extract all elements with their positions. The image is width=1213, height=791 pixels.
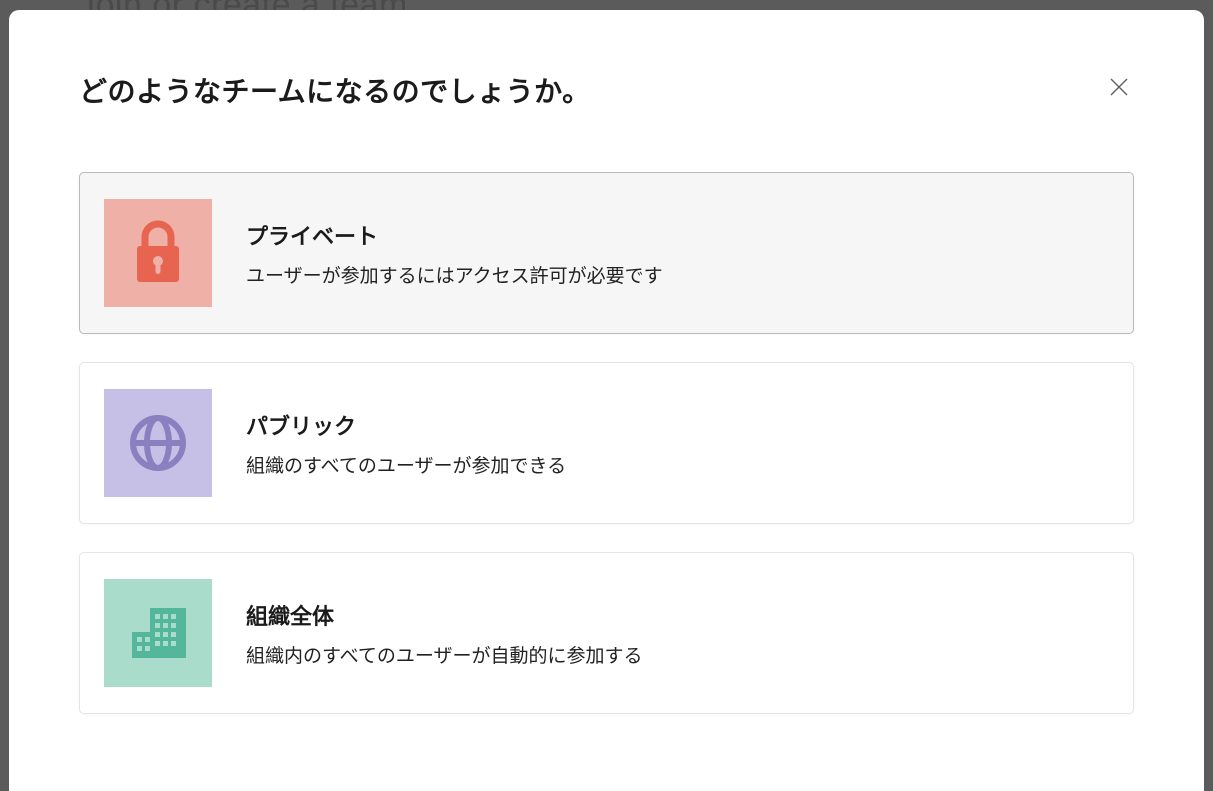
option-org-wide[interactable]: 組織全体 組織内のすべてのユーザーが自動的に参加する [79,552,1134,714]
option-org-wide-description: 組織内のすべてのユーザーが自動的に参加する [246,641,1109,668]
option-org-wide-text: 組織全体 組織内のすべてのユーザーが自動的に参加する [246,599,1109,668]
option-private-text: プライベート ユーザーが参加するにはアクセス許可が必要です [246,219,1109,288]
option-public-description: 組織のすべてのユーザーが参加できる [246,451,1109,478]
close-icon [1108,76,1130,98]
close-button[interactable] [1104,72,1134,102]
lock-icon [104,199,212,307]
team-type-dialog: どのようなチームになるのでしょうか。 プライベート [9,10,1204,791]
option-public-title: パブリック [246,409,1109,441]
dialog-title: どのようなチームになるのでしょうか。 [79,70,591,110]
building-icon [104,579,212,687]
dialog-header: どのようなチームになるのでしょうか。 [79,70,1134,110]
option-public[interactable]: パブリック 組織のすべてのユーザーが参加できる [79,362,1134,524]
option-org-wide-title: 組織全体 [246,599,1109,631]
team-type-options: プライベート ユーザーが参加するにはアクセス許可が必要です パブリック 組織のす… [79,172,1134,714]
option-private-description: ユーザーが参加するにはアクセス許可が必要です [246,261,1109,288]
option-private-title: プライベート [246,219,1109,251]
option-public-text: パブリック 組織のすべてのユーザーが参加できる [246,409,1109,478]
option-private[interactable]: プライベート ユーザーが参加するにはアクセス許可が必要です [79,172,1134,334]
globe-icon [104,389,212,497]
